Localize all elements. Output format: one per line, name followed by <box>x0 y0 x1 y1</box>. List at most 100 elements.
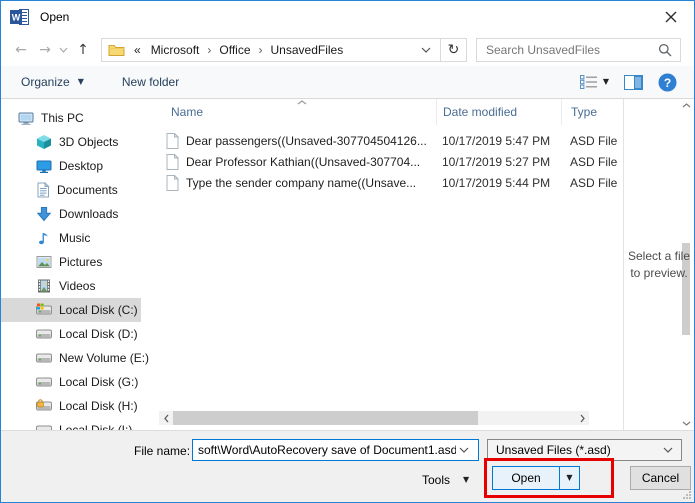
sidebar-item-local-disk-g[interactable]: Local Disk (G:) <box>1 370 141 394</box>
folder-icon <box>102 43 130 57</box>
scroll-left-icon[interactable] <box>159 411 173 425</box>
navigation-sidebar: This PC 3D Objects DesktopDocumentsDownloa… <box>1 99 155 430</box>
chevron-down-icon <box>59 47 68 53</box>
search-icon <box>658 43 672 57</box>
open-dialog-window: W Open ← → ↑ «Microsoft›Office›UnsavedFi… <box>0 0 695 503</box>
svg-text:?: ? <box>664 75 671 89</box>
up-button[interactable]: ↑ <box>70 42 96 58</box>
word-logo-icon: W <box>10 8 30 26</box>
drive-icon <box>36 327 52 341</box>
breadcrumb-item-microsoft[interactable]: Microsoft <box>145 43 206 57</box>
column-header-type[interactable]: Type <box>561 99 623 125</box>
breadcrumb-item-unsavedfiles[interactable]: UnsavedFiles <box>265 43 350 57</box>
search-input[interactable] <box>486 43 658 57</box>
recent-locations-dropdown[interactable] <box>57 47 70 53</box>
new-folder-button[interactable]: New folder <box>122 75 179 89</box>
scroll-right-icon[interactable] <box>575 411 589 425</box>
sidebar-item-label: 3D Objects <box>59 135 118 149</box>
back-button[interactable]: ← <box>9 42 33 58</box>
sidebar-item-documents[interactable]: Documents <box>1 178 141 202</box>
cancel-button[interactable]: Cancel <box>630 466 691 490</box>
sidebar-item-music[interactable]: Music <box>1 226 141 250</box>
sidebar-item-label: This PC <box>41 111 84 125</box>
breadcrumb: «Microsoft›Office›UnsavedFiles <box>130 43 349 57</box>
computer-icon <box>18 110 34 126</box>
column-headers: Name Date modified Type <box>155 99 623 125</box>
cube-icon <box>36 134 52 150</box>
column-header-date-modified[interactable]: Date modified <box>436 99 561 125</box>
sidebar-item-label: Local Disk (I:) <box>59 423 132 430</box>
column-header-name[interactable]: Name <box>155 99 436 125</box>
sidebar-item-label: Local Disk (H:) <box>59 399 138 413</box>
sidebar-item-local-disk-i[interactable]: Local Disk (I:) <box>1 418 141 430</box>
close-button[interactable] <box>648 1 694 33</box>
chevron-down-icon <box>663 447 673 453</box>
organize-button[interactable]: Organize ▼ <box>21 75 84 89</box>
file-name-label: File name: <box>134 444 190 458</box>
address-bar[interactable]: «Microsoft›Office›UnsavedFiles ↻ <box>101 38 467 62</box>
sidebar-item-label: Pictures <box>59 255 102 269</box>
tools-button[interactable]: Tools ▼ <box>422 468 469 492</box>
open-button[interactable]: Open <box>493 467 559 489</box>
monitor-icon <box>36 158 52 174</box>
sidebar-item-label: Local Disk (G:) <box>59 375 138 389</box>
page-icon <box>166 133 179 149</box>
drive-lock-icon <box>36 399 52 413</box>
file-name-dropdown-icon[interactable] <box>459 447 469 453</box>
refresh-button[interactable]: ↻ <box>440 39 466 61</box>
sidebar-item-videos[interactable]: Videos <box>1 274 141 298</box>
picture-icon <box>36 254 52 270</box>
svg-text:W: W <box>12 13 21 23</box>
open-dropdown-button[interactable]: ▼ <box>559 467 579 489</box>
breadcrumb-item-office[interactable]: Office <box>213 43 256 57</box>
sidebar-item-label: Music <box>59 231 90 245</box>
list-view-icon <box>580 75 598 89</box>
sidebar-item-new-volume-e[interactable]: New Volume (E:) <box>1 346 141 370</box>
change-view-button[interactable]: ▼ <box>580 75 609 89</box>
file-rows: Dear passengers((Unsaved-307704504126...… <box>155 130 623 193</box>
drive-windows-icon <box>36 303 52 317</box>
breadcrumb-separator[interactable]: › <box>257 43 265 57</box>
horizontal-scrollbar[interactable] <box>159 411 589 425</box>
sidebar-item-pictures[interactable]: Pictures <box>1 250 141 274</box>
scrollbar-thumb[interactable] <box>173 411 478 425</box>
drive-icon <box>36 375 52 389</box>
file-row[interactable]: Dear passengers((Unsaved-307704504126...… <box>155 130 623 151</box>
file-type: ASD File <box>561 134 623 148</box>
music-note-icon <box>36 230 52 246</box>
file-date-modified: 10/17/2019 5:27 PM <box>436 155 561 169</box>
file-row[interactable]: Type the sender company name((Unsave...1… <box>155 172 623 193</box>
resize-grip-icon[interactable] <box>682 490 692 500</box>
scrollbar-track[interactable] <box>478 411 575 425</box>
drive-icon <box>36 351 52 365</box>
address-dropdown-button[interactable] <box>412 47 440 53</box>
tools-label: Tools <box>422 473 450 487</box>
drive-icon <box>36 423 52 430</box>
help-icon[interactable]: ? <box>658 73 677 92</box>
sidebar-item-desktop[interactable]: Desktop <box>1 154 141 178</box>
file-name-input[interactable] <box>192 439 479 461</box>
sidebar-item-downloads[interactable]: Downloads <box>1 202 141 226</box>
file-list: Name Date modified Type Dear passengers(… <box>155 99 623 430</box>
page-icon <box>166 154 179 170</box>
file-name: Dear Professor Kathian((Unsaved-307704..… <box>186 155 420 169</box>
file-date-modified: 10/17/2019 5:44 PM <box>436 176 561 190</box>
titlebar: W Open <box>1 1 694 33</box>
sidebar-item-local-disk-c[interactable]: Local Disk (C:) <box>1 298 141 322</box>
command-toolbar: Organize ▼ New folder ▼ ? <box>1 66 694 99</box>
open-split-button[interactable]: Open ▼ <box>492 466 580 490</box>
forward-button[interactable]: → <box>33 42 57 58</box>
download-arrow-icon <box>36 206 52 222</box>
file-type: ASD File <box>561 155 623 169</box>
breadcrumb-collapse[interactable]: « <box>130 43 145 57</box>
sidebar-item-3d-objects[interactable]: 3D Objects <box>1 130 141 154</box>
search-box[interactable] <box>476 38 681 62</box>
sidebar-item-local-disk-d[interactable]: Local Disk (D:) <box>1 322 141 346</box>
sidebar-item-label: New Volume (E:) <box>59 351 149 365</box>
preview-pane-icon[interactable] <box>624 75 643 90</box>
sort-ascending-icon <box>297 100 307 105</box>
file-row[interactable]: Dear Professor Kathian((Unsaved-307704..… <box>155 151 623 172</box>
sidebar-item-this-pc[interactable]: This PC <box>1 106 141 130</box>
bottom-panel: File name: Unsaved Files (*.asd) Tools ▼… <box>1 430 694 502</box>
sidebar-item-local-disk-h[interactable]: Local Disk (H:) <box>1 394 141 418</box>
